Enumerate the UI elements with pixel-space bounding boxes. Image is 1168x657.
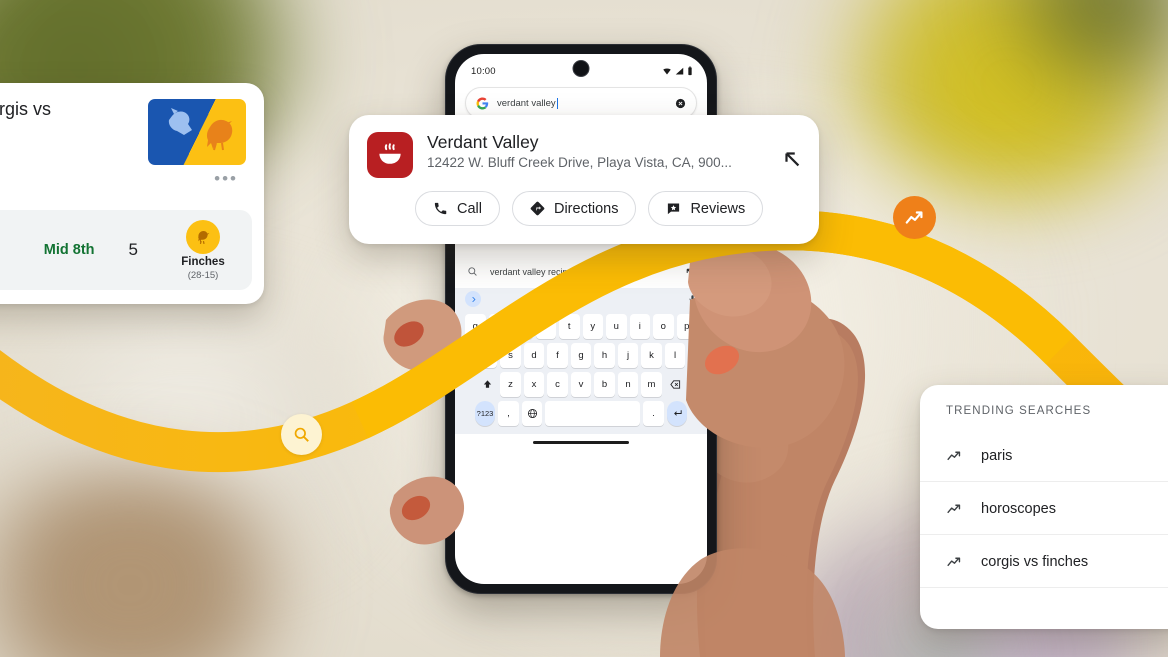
sports-card-header: Corgis vs <box>0 83 264 165</box>
more-horizontal-icon[interactable]: ••• <box>0 165 264 187</box>
trending-up-icon <box>947 451 961 460</box>
call-label: Call <box>457 200 482 217</box>
finch-bird-icon <box>186 219 220 254</box>
reviews-label: Reviews <box>690 200 746 217</box>
place-name: Verdant Valley <box>427 132 539 152</box>
directions-label: Directions <box>553 200 619 217</box>
trending-item-label: corgis vs finches <box>981 554 1089 570</box>
phone-icon <box>434 202 447 215</box>
score-row: Mid 8th 5 Finches (28-15) <box>0 210 252 290</box>
call-button[interactable]: Call <box>415 191 500 226</box>
finch-glyph-icon <box>198 230 210 244</box>
finch-bird-icon <box>206 119 233 151</box>
trending-item-paris[interactable]: paris <box>920 431 1168 482</box>
trending-item-horoscopes[interactable]: horoscopes <box>920 484 1168 535</box>
team-name: Finches <box>181 255 225 268</box>
trending-badge <box>893 196 936 239</box>
team-block: Finches (28-15) <box>172 219 234 281</box>
review-star-icon <box>668 203 680 215</box>
trending-heading: TRENDING SEARCHES <box>946 405 1092 417</box>
directions-button[interactable]: Directions <box>511 191 637 226</box>
trending-searches-card[interactable]: TRENDING SEARCHES paris horoscopes corgi… <box>920 385 1168 629</box>
trending-item-label: paris <box>981 448 1013 464</box>
arrow-up-left-icon[interactable] <box>781 132 803 175</box>
reviews-button[interactable]: Reviews <box>648 191 764 226</box>
place-card-header: Verdant Valley 12422 W. Bluff Creek Driv… <box>349 115 819 178</box>
sports-title: Corgis vs <box>0 99 52 119</box>
team-record: (28-15) <box>187 269 219 281</box>
trending-item-corgis-vs-finches[interactable]: corgis vs finches <box>920 537 1168 588</box>
trending-item-label: horoscopes <box>981 501 1056 517</box>
trending-up-icon <box>947 504 961 513</box>
ramen-bowl-glyph-icon <box>379 143 401 164</box>
directions-icon <box>530 201 545 216</box>
place-info-card[interactable]: Verdant Valley 12422 W. Bluff Creek Driv… <box>349 115 819 244</box>
place-text-block: Verdant Valley 12422 W. Bluff Creek Driv… <box>427 132 732 170</box>
search-icon <box>294 427 309 442</box>
place-actions: Call Directions Reviews <box>349 178 819 226</box>
trending-up-icon <box>947 557 961 566</box>
team-banner <box>148 99 246 165</box>
inning-status: Mid 8th <box>43 242 95 258</box>
search-badge <box>281 414 322 455</box>
sports-score-card[interactable]: Corgis vs ••• Mid 8th 5 <box>0 83 264 304</box>
ramen-bowl-icon <box>367 132 413 178</box>
screenshot-stage: 10:00 verdant valley verdant valley reci… <box>0 0 1168 657</box>
place-address: 12422 W. Bluff Creek Drive, Playa Vista,… <box>427 155 732 171</box>
score-value: 5 <box>128 240 138 259</box>
trending-up-icon <box>905 210 923 224</box>
